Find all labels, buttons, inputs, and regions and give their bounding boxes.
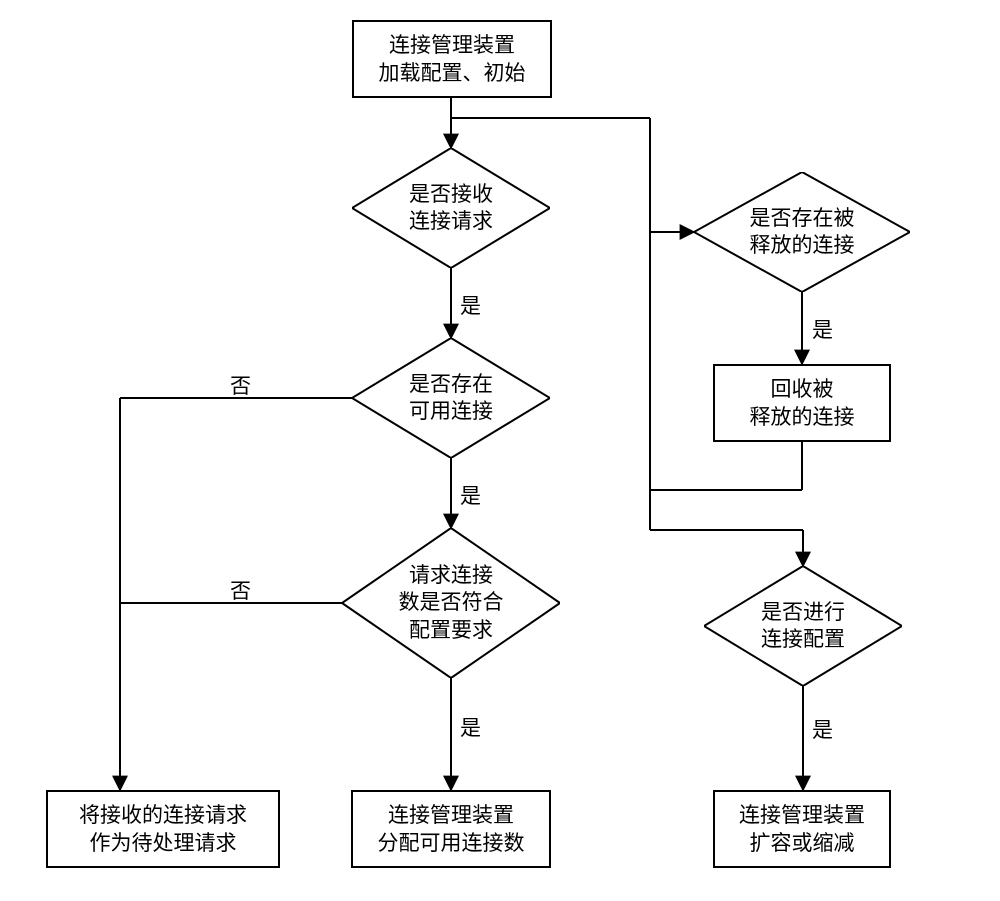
- process-allocate: 连接管理装置 分配可用连接数: [351, 790, 551, 868]
- label-no: 否: [230, 575, 251, 605]
- decision-label: 请求连接 数是否符合 配置要求: [342, 528, 560, 678]
- line: 是否接收: [409, 182, 493, 206]
- line: 连接管理装置: [388, 803, 514, 827]
- line: 加载配置、初始: [379, 61, 526, 85]
- text: 将接收的连接请求 作为待处理请求: [79, 801, 247, 858]
- process-pending-request: 将接收的连接请求 作为待处理请求: [46, 790, 280, 868]
- line: 回收被: [771, 377, 834, 401]
- label-yes: 是: [812, 314, 833, 344]
- text: 回收被 释放的连接: [750, 375, 855, 432]
- line: 释放的连接: [750, 233, 855, 257]
- decision-receive-request: 是否接收 连接请求: [352, 148, 550, 268]
- decision-label: 是否接收 连接请求: [352, 148, 550, 268]
- text: 连接管理装置 分配可用连接数: [378, 801, 525, 858]
- line: 配置要求: [409, 618, 493, 642]
- decision-do-config: 是否进行 连接配置: [704, 566, 902, 686]
- line: 是否存在: [409, 372, 493, 396]
- process-scale: 连接管理装置 扩容或缩减: [713, 790, 891, 868]
- label-yes: 是: [460, 290, 481, 320]
- process-start: 连接管理装置 加载配置、初始: [352, 20, 552, 98]
- decision-released-exists: 是否存在被 释放的连接: [694, 172, 910, 292]
- line: 连接请求: [409, 209, 493, 233]
- label-yes: 是: [460, 712, 481, 742]
- line: 连接管理装置: [739, 803, 865, 827]
- label-yes: 是: [460, 480, 481, 510]
- line: 数是否符合: [399, 590, 504, 614]
- process-start-text: 连接管理装置 加载配置、初始: [379, 31, 526, 88]
- label-no: 否: [230, 370, 251, 400]
- line: 作为待处理请求: [90, 831, 237, 855]
- line: 请求连接: [409, 563, 493, 587]
- line: 连接管理装置: [389, 33, 515, 57]
- line: 扩容或缩减: [750, 831, 855, 855]
- process-recover: 回收被 释放的连接: [713, 364, 891, 442]
- line: 分配可用连接数: [378, 831, 525, 855]
- line: 释放的连接: [750, 405, 855, 429]
- decision-label: 是否存在 可用连接: [352, 338, 550, 458]
- line: 可用连接: [409, 399, 493, 423]
- text: 连接管理装置 扩容或缩减: [739, 801, 865, 858]
- decision-available-connection: 是否存在 可用连接: [352, 338, 550, 458]
- line: 将接收的连接请求: [79, 803, 247, 827]
- decision-label: 是否进行 连接配置: [704, 566, 902, 686]
- line: 是否进行: [761, 600, 845, 624]
- label-yes: 是: [812, 714, 833, 744]
- decision-config-ok: 请求连接 数是否符合 配置要求: [342, 528, 560, 678]
- decision-label: 是否存在被 释放的连接: [694, 172, 910, 292]
- line: 是否存在被: [750, 206, 855, 230]
- line: 连接配置: [761, 627, 845, 651]
